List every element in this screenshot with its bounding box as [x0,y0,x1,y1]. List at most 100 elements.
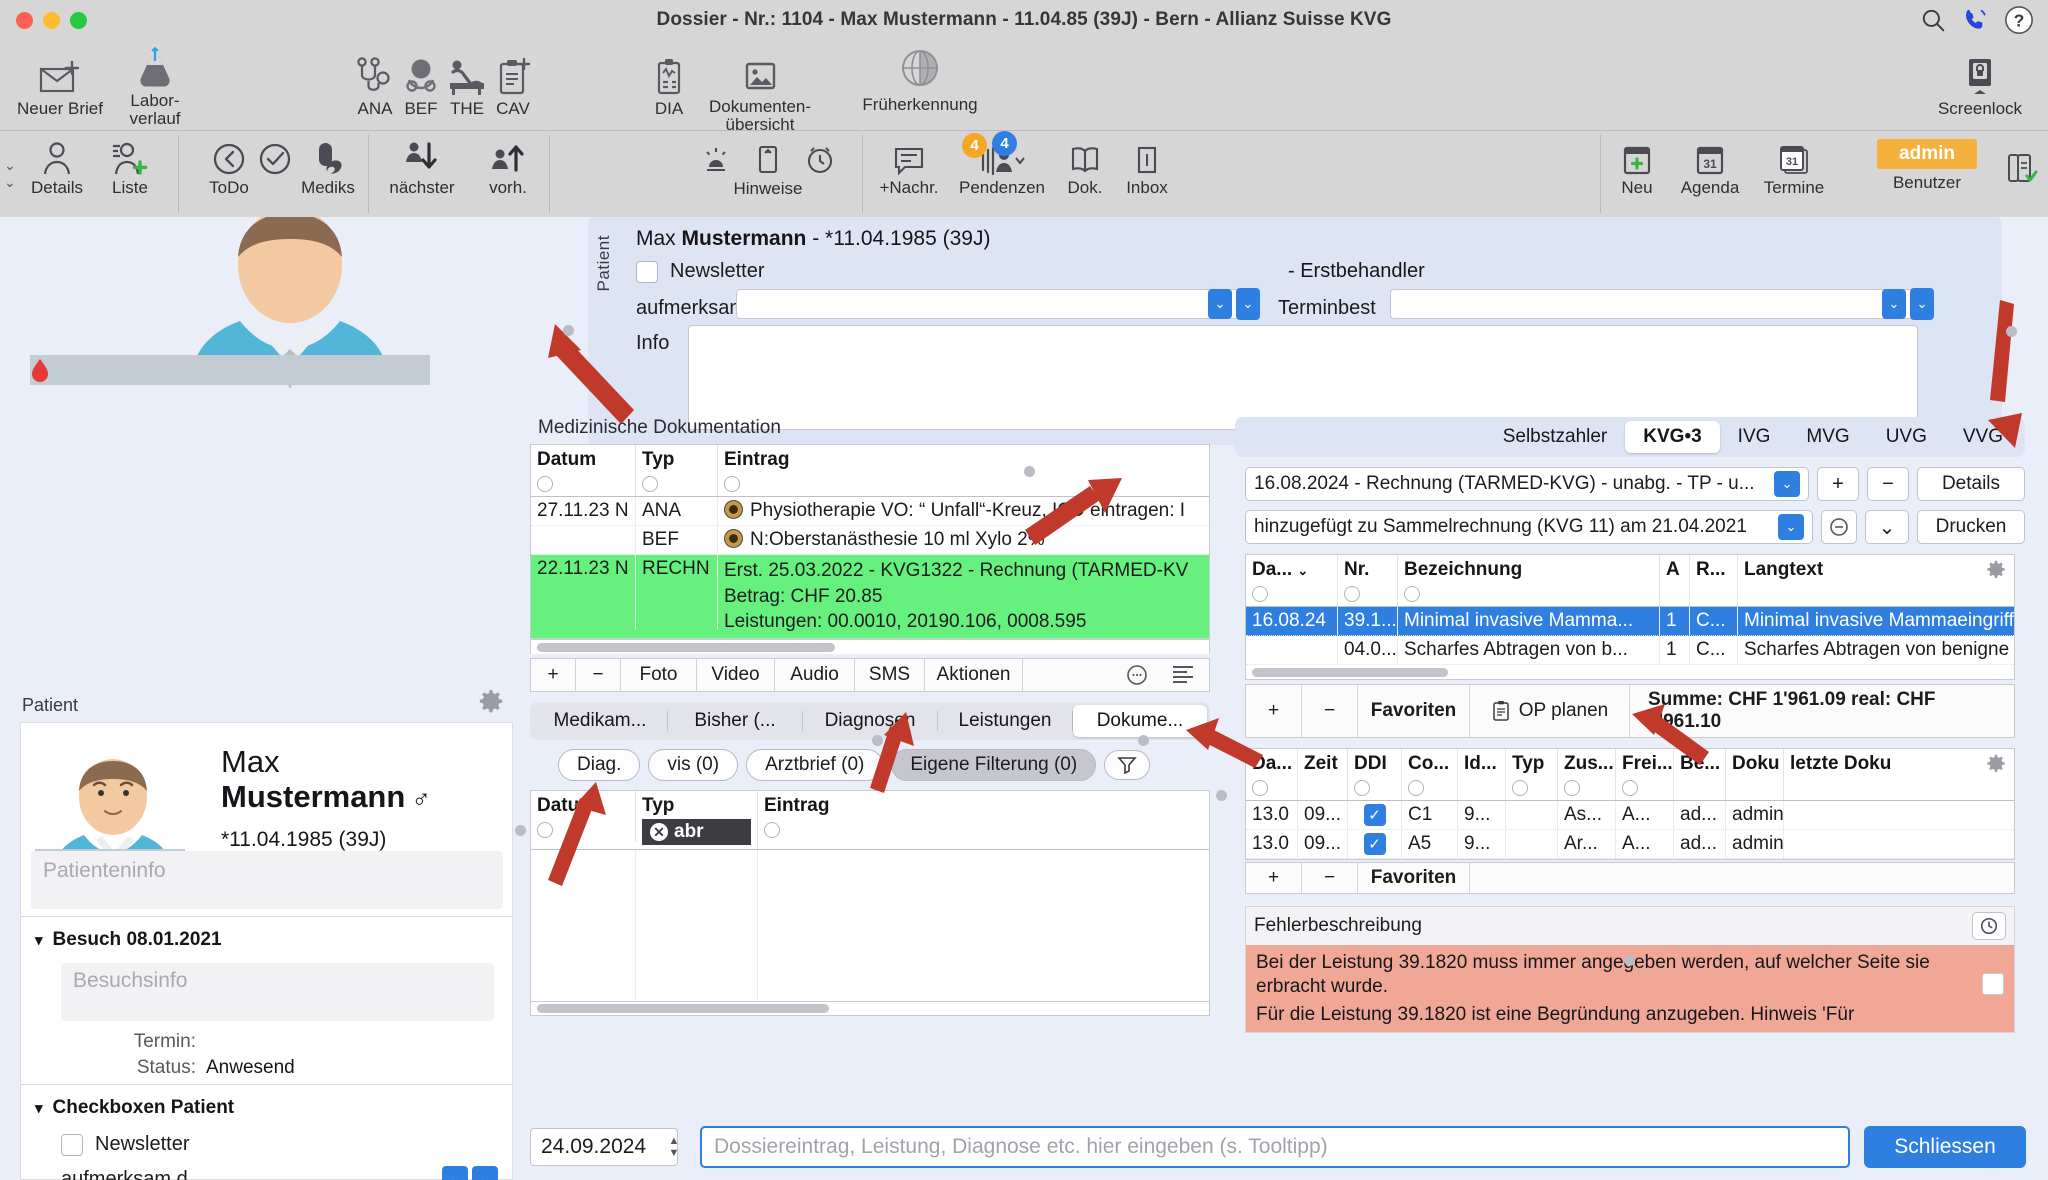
services-col-nr[interactable]: Nr. [1338,555,1398,606]
toolbar-dok[interactable]: Dok. [1054,136,1116,198]
toolbar-screenlock[interactable]: Screenlock [1925,50,2035,118]
tab-medikamente[interactable]: Medikam... [533,705,667,737]
eye-icon[interactable] [724,529,743,548]
toolbar-neuer-brief[interactable]: Neuer Brief [5,50,115,118]
docs-col-id[interactable]: Id... [1458,749,1506,800]
aufmerksam-expand-button[interactable]: ⌄ [1236,288,1260,320]
terminbest-dropdown-button[interactable]: ⌄ [1882,289,1906,319]
lower-table-hscrollbar[interactable] [530,1002,1210,1016]
remove-doc-button[interactable]: − [1302,863,1358,893]
search-icon[interactable] [1920,7,1946,33]
docs-col-be[interactable]: Be... [1674,749,1726,800]
panel-newsletter-row[interactable]: Newsletter [636,260,764,283]
table-row[interactable]: 13.0 09... ✓ C1 9... As... A... ad... ad… [1246,801,2014,830]
docs-filter-ddi[interactable] [1354,780,1370,796]
refresh-circle-button[interactable] [1972,912,2006,940]
collective-combo-arrow[interactable]: ⌄ [1778,514,1804,540]
print-button[interactable]: Drucken [1917,510,2025,544]
toolbar-laborverlauf[interactable]: Labor- verlauf [100,44,210,128]
sms-button[interactable]: SMS [855,659,925,691]
docs-filter-typ[interactable] [1512,780,1528,796]
docs-filter-frei[interactable] [1622,780,1638,796]
toolbar-agenda[interactable]: 31 Agenda [1668,136,1752,198]
tab-uvg[interactable]: UVG [1868,421,1945,453]
toolbar-hinweise-clock[interactable] [794,136,846,178]
tab-dokumente[interactable]: Dokume... [1073,705,1207,737]
aktionen-button[interactable]: Aktionen [925,659,1023,691]
checkbox-checked-icon[interactable]: ✓ [1363,833,1386,855]
add-entry-button[interactable]: + [531,659,576,691]
med-doc-filter-eintrag[interactable] [724,476,740,492]
patienteninfo-field[interactable]: Patienteninfo [31,851,503,909]
services-filter-datum[interactable] [1252,586,1268,602]
gear-icon[interactable] [1986,560,2006,580]
table-row[interactable]: 04.0... Scharfes Abtragen von b... 1 C..… [1246,636,2014,665]
toolbar-neu[interactable]: Neu [1604,136,1670,198]
tab-diagnosen[interactable]: Diagnosen [803,705,937,737]
patient-vertical-tab[interactable]: Patient [594,235,616,291]
lower-col-datum[interactable]: Datum [531,791,636,842]
toolbar-benutzer[interactable]: admin Benutzer [1852,139,2002,193]
op-planen-button[interactable]: OP planen [1470,685,1630,737]
docs-col-typ[interactable]: Typ [1506,749,1558,800]
invoice-combo-value[interactable]: 16.08.2024 - Rechnung (TARMED-KVG) - una… [1254,473,1774,495]
video-button[interactable]: Video [697,659,775,691]
terminbest-input[interactable] [1390,289,1915,319]
docs-col-co[interactable]: Co... [1402,749,1458,800]
docs-col-zeit[interactable]: Zeit [1298,749,1348,800]
checkbox-checked-icon[interactable]: ✓ [1363,804,1386,826]
table-row[interactable]: 27.11.23 N ANA Physiotherapie VO: “ Unfa… [531,497,1209,526]
services-col-a[interactable]: A [1660,555,1690,606]
lower-filter-datum[interactable] [537,822,553,838]
services-filter-bez[interactable] [1404,586,1420,602]
table-row[interactable]: 16.08.24 39.1... Minimal invasive Mamma.… [1246,607,2014,636]
tab-mvg[interactable]: MVG [1788,421,1867,453]
collective-dropdown-button[interactable]: ⌄ [1865,510,1909,544]
favoriten-button[interactable]: Favoriten [1358,685,1470,737]
med-doc-filter-datum[interactable] [537,476,553,492]
invoice-combo-arrow[interactable]: ⌄ [1774,471,1800,497]
med-doc-filter-typ[interactable] [642,476,658,492]
remove-service-button[interactable]: − [1302,685,1358,737]
tab-kvg[interactable]: KVG•3 [1625,421,1720,453]
docs-row0-ddi[interactable]: ✓ [1348,801,1402,829]
chevron-down-icon[interactable]: ▾ [35,931,43,949]
toolbar-liste[interactable]: Liste [95,136,165,198]
toolbar-termine[interactable]: 31 Termine [1752,136,1836,198]
toolbar-hinweise-note[interactable] [742,136,794,178]
docs-col-zus[interactable]: Zus... [1558,749,1616,800]
filter-diag[interactable]: Diag. [558,749,641,781]
docs-col-ddi[interactable]: DDI [1348,749,1402,800]
stepper-up-icon[interactable]: ▲ [669,1135,680,1147]
toolbar-vorh[interactable]: vorh. [470,136,546,198]
tab-bisher[interactable]: Bisher (... [668,705,802,737]
gear-icon[interactable] [478,689,504,715]
med-doc-col-datum[interactable]: Datum [531,445,636,496]
drag-handle-dot[interactable] [2006,326,2017,337]
drag-handle-dot[interactable] [515,825,526,836]
schliessen-button[interactable]: Schliessen [1864,1126,2026,1168]
visit-section-header[interactable]: ▾ Besuch 08.01.2021 [21,917,512,959]
filter-funnel-button[interactable] [1104,750,1151,780]
docs-col-frei[interactable]: Frei... [1616,749,1674,800]
table-row[interactable]: BEF N:Oberstanästhesie 10 ml Xylo 2% [531,526,1209,555]
services-hscrollbar[interactable] [1246,665,2014,679]
toolbar-idcard[interactable] [2000,143,2044,185]
date-stepper[interactable]: ▲ ▼ [664,1128,684,1166]
docs-col-datum[interactable]: Da... [1246,749,1298,800]
lower-typ-filter-input[interactable]: ✕ abr [642,819,751,845]
collective-combo-value[interactable]: hinzugefügt zu Sammelrechnung (KVG 11) a… [1254,516,1778,538]
terminbest-expand-button[interactable]: ⌄ [1910,288,1934,320]
lower-col-eintrag[interactable]: Eintrag [758,791,1209,842]
more-circle-icon[interactable] [1125,663,1149,687]
toolbar-naechster[interactable]: nächster [372,136,472,198]
remove-invoice-button[interactable]: − [1867,467,1909,501]
status-circle-button[interactable] [1821,510,1857,544]
table-row[interactable]: 13.0 09... ✓ A5 9... Ar... A... ad... ad… [1246,830,2014,859]
toolbar-cav[interactable]: CAV [458,50,568,118]
user-chip[interactable]: admin [1877,139,1977,169]
info-textarea[interactable] [688,325,1918,430]
lower-col-typ[interactable]: Typ ✕ abr [636,791,758,849]
stepper-down-icon[interactable]: ▼ [669,1147,680,1159]
audio-button[interactable]: Audio [775,659,855,691]
